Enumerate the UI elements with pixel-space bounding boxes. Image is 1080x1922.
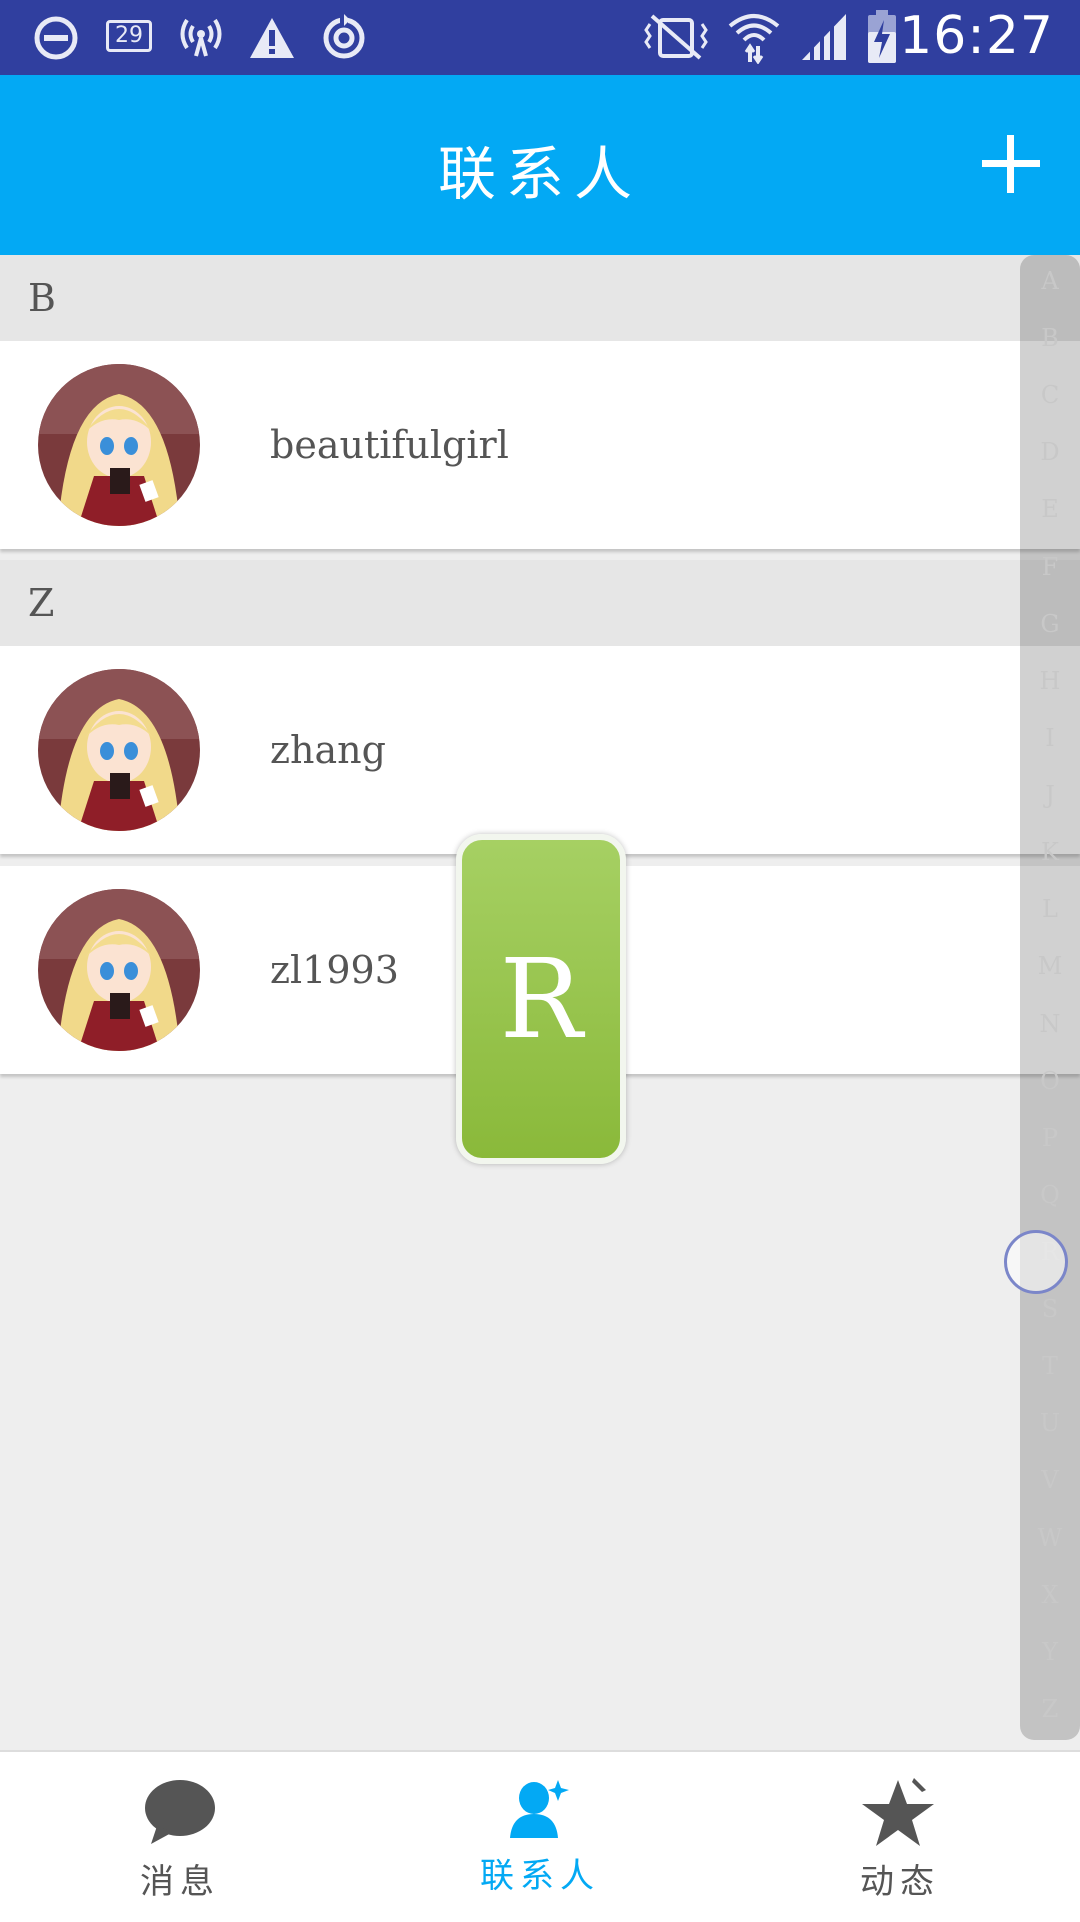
section-letter: B: [28, 276, 56, 320]
index-letter-m[interactable]: M: [1020, 952, 1080, 980]
index-selection-indicator: [1004, 1230, 1068, 1294]
contact-name: beautifulgirl: [270, 423, 509, 467]
index-letter-g[interactable]: G: [1020, 610, 1080, 638]
section-header-b: B: [0, 255, 1080, 341]
index-letter-v[interactable]: V: [1020, 1466, 1080, 1494]
clock-time: 16:27: [899, 6, 1054, 66]
contact-row-zhang[interactable]: zhang: [0, 646, 1080, 854]
notification-badge-icon: 29: [106, 20, 152, 52]
selected-letter-overlay: R: [456, 834, 626, 1164]
index-letter-z[interactable]: Z: [1020, 1695, 1080, 1723]
page-title: 联系人: [437, 140, 642, 208]
nav-label-contacts: 联系人: [480, 1856, 600, 1896]
nav-label-moments: 动态: [860, 1862, 940, 1902]
title-bar: 联系人: [0, 75, 1080, 255]
warning-icon: [250, 18, 294, 58]
avatar: [38, 889, 200, 1051]
index-letter-l[interactable]: L: [1020, 895, 1080, 923]
index-letter-s[interactable]: S: [1020, 1295, 1080, 1323]
index-letter-o[interactable]: O: [1020, 1067, 1080, 1095]
index-letter-y[interactable]: Y: [1020, 1638, 1080, 1666]
nav-tab-moments[interactable]: 动态: [800, 1752, 1000, 1922]
vibrate-off-icon: [644, 14, 708, 60]
index-letter-a[interactable]: A: [1020, 267, 1080, 295]
index-letter-q[interactable]: Q: [1020, 1181, 1080, 1209]
section-header-z: Z: [0, 560, 1080, 646]
index-letter-f[interactable]: F: [1020, 553, 1080, 581]
index-letter-n[interactable]: N: [1020, 1010, 1080, 1038]
index-letter-d[interactable]: D: [1020, 438, 1080, 466]
nav-tab-contacts[interactable]: 联系人: [440, 1752, 640, 1922]
signal-icon: [802, 14, 846, 60]
index-letter-p[interactable]: P: [1020, 1124, 1080, 1152]
hotspot-icon: [180, 18, 222, 57]
battery-charging-icon: [868, 10, 896, 63]
bottom-navigation: 消息 联系人 动态: [0, 1750, 1080, 1922]
contact-name: zhang: [270, 728, 386, 772]
add-contact-button[interactable]: [978, 131, 1044, 197]
section-letter: Z: [28, 581, 55, 625]
index-letter-h[interactable]: H: [1020, 667, 1080, 695]
wifi-icon: [728, 14, 780, 64]
chat-bubble-icon: [145, 1780, 215, 1844]
contact-person-icon: [510, 1780, 569, 1838]
nav-label-messages: 消息: [140, 1862, 220, 1902]
do-not-disturb-icon: [34, 16, 78, 60]
contact-name: zl1993: [270, 948, 399, 992]
index-letter-x[interactable]: X: [1020, 1581, 1080, 1609]
avatar: [38, 669, 200, 831]
sync-icon: [323, 14, 365, 59]
nav-tab-messages[interactable]: 消息: [80, 1752, 280, 1922]
index-letter-w[interactable]: W: [1020, 1524, 1080, 1552]
alphabet-index-bar[interactable]: ABCDEFGHIJKLMNOPQRSTUVWXYZ: [1020, 255, 1080, 1740]
index-letter-u[interactable]: U: [1020, 1409, 1080, 1437]
avatar: [38, 364, 200, 526]
index-letter-c[interactable]: C: [1020, 381, 1080, 409]
index-letter-i[interactable]: I: [1020, 724, 1080, 752]
index-letter-j[interactable]: J: [1020, 781, 1080, 809]
index-letter-e[interactable]: E: [1020, 495, 1080, 523]
contact-row-beautifulgirl[interactable]: beautifulgirl: [0, 341, 1080, 549]
star-icon: [862, 1778, 934, 1846]
index-letter-b[interactable]: B: [1020, 324, 1080, 352]
index-letter-k[interactable]: K: [1020, 838, 1080, 866]
status-bar: 29 16:27: [0, 0, 1080, 75]
index-letter-t[interactable]: T: [1020, 1352, 1080, 1380]
